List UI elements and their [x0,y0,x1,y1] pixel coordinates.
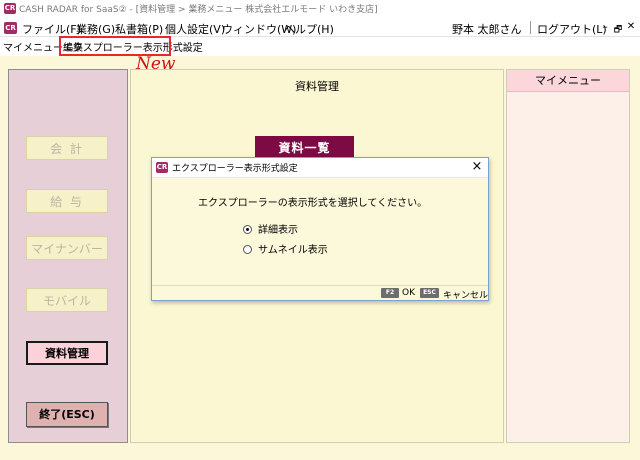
close-icon[interactable]: ✕ [624,21,638,32]
app-logo-icon: CR [4,3,16,14]
ok-button[interactable]: OK [402,288,415,298]
logout-button[interactable]: ログアウト(L) [537,21,607,37]
radio-detail-view[interactable]: 詳細表示 [243,221,298,236]
radio-thumbnail-label: サムネイル表示 [258,245,328,256]
radio-detail-label: 詳細表示 [258,225,298,236]
mobile-button[interactable]: モバイル [26,288,108,312]
dialog-message: エクスプローラーの表示形式を選択してください。 [198,198,428,209]
center-title: 資料管理 [295,80,339,93]
mynumber-button[interactable]: マイナンバー [26,236,108,260]
menu-business[interactable]: 業務(G) [76,21,115,37]
menu-file[interactable]: ファイル(F) [22,21,81,37]
menu-divider [530,21,531,34]
user-name: 野本 太郎さん [452,23,522,36]
window-title: CASH RADAR for SaaS② - [資料管理 > 業務メニュー 株式… [19,5,378,15]
dialog-logo-icon: CR [156,162,168,173]
restore-icon[interactable]: 🗗 [611,22,625,38]
menu-help[interactable]: ヘルプ(H) [284,21,334,37]
radio-unselected-icon[interactable] [243,244,252,254]
f2-key-badge: F2 [381,288,399,298]
radio-selected-icon[interactable] [243,224,252,234]
my-menu-panel [506,69,630,443]
dialog-close-icon[interactable]: × [470,159,484,174]
cancel-button[interactable]: キャンセル [443,288,488,301]
menu-personal-settings[interactable]: 個人設定(V) [165,21,225,37]
accounting-button[interactable]: 会 計 [26,136,108,160]
esc-key-badge: ESC [420,288,439,298]
dialog-title: エクスプローラー表示形式設定 [172,164,298,174]
minimize-icon[interactable]: – [598,20,612,33]
app-menu-icon[interactable]: CR [4,22,17,34]
document-management-button[interactable]: 資料管理 [26,341,108,365]
explorer-settings-dialog [151,157,489,301]
payroll-button[interactable]: 給 与 [26,189,108,213]
exit-button[interactable]: 終了(ESC) [26,402,108,427]
radio-thumbnail-view[interactable]: サムネイル表示 [243,241,328,256]
my-menu-title: マイメニュー [507,70,629,92]
menu-mailbox[interactable]: 私書箱(P) [115,21,163,37]
highlight-box [59,36,171,56]
